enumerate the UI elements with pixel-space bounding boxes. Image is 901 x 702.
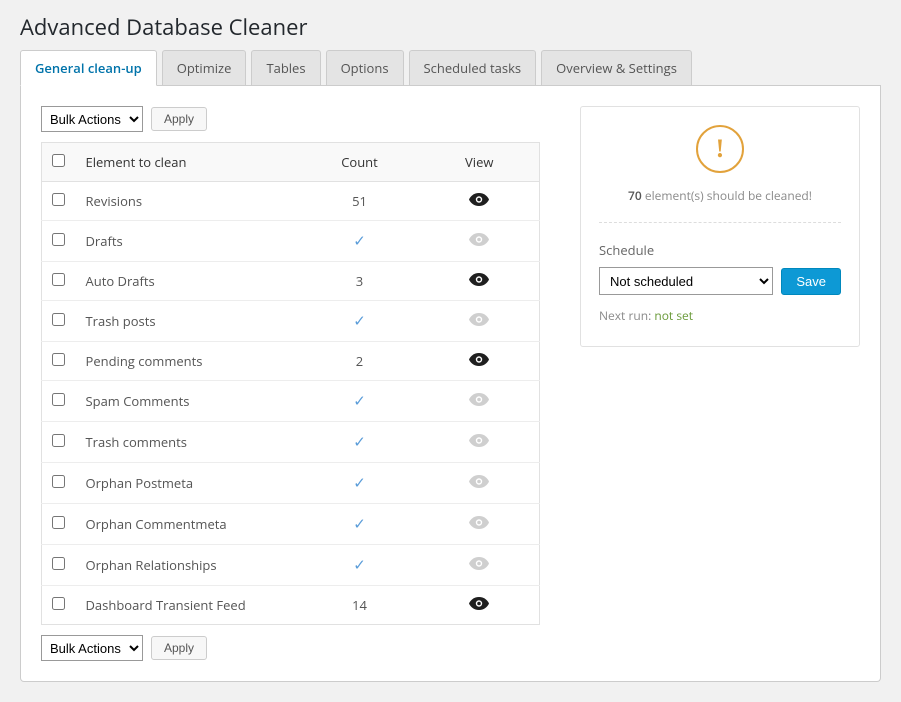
eye-icon bbox=[469, 475, 489, 488]
check-icon: ✓ bbox=[353, 432, 366, 452]
row-count: ✓ bbox=[300, 221, 420, 262]
eye-icon bbox=[469, 557, 489, 570]
bulk-actions-bottom: Bulk Actions Apply bbox=[41, 635, 540, 661]
eye-icon[interactable] bbox=[469, 193, 489, 206]
tab-overview-settings[interactable]: Overview & Settings bbox=[541, 50, 692, 86]
row-checkbox[interactable] bbox=[52, 313, 65, 326]
row-count: ✓ bbox=[300, 463, 420, 504]
row-name: Revisions bbox=[76, 182, 300, 221]
separator bbox=[599, 222, 841, 223]
table-row: Auto Drafts3 bbox=[42, 262, 540, 301]
warning-icon: ! bbox=[696, 125, 744, 173]
tab-optimize[interactable]: Optimize bbox=[162, 50, 247, 86]
sidebar-box: ! 70 element(s) should be cleaned! Sched… bbox=[580, 106, 860, 347]
row-name: Pending comments bbox=[76, 342, 300, 381]
bulk-actions-top: Bulk Actions Apply bbox=[41, 106, 540, 132]
bulk-apply-top[interactable]: Apply bbox=[151, 107, 207, 131]
tab-tables[interactable]: Tables bbox=[251, 50, 320, 86]
row-count: 14 bbox=[300, 586, 420, 625]
main-panel: Bulk Actions Apply Element to clean Coun… bbox=[20, 86, 881, 682]
bulk-apply-bottom[interactable]: Apply bbox=[151, 636, 207, 660]
row-count: ✓ bbox=[300, 422, 420, 463]
row-name: Orphan Commentmeta bbox=[76, 504, 300, 545]
bulk-select-top[interactable]: Bulk Actions bbox=[41, 106, 143, 132]
table-row: Dashboard Transient Feed14 bbox=[42, 586, 540, 625]
tab-general-clean-up[interactable]: General clean-up bbox=[20, 50, 157, 86]
row-checkbox[interactable] bbox=[52, 393, 65, 406]
row-checkbox[interactable] bbox=[52, 475, 65, 488]
select-all-checkbox[interactable] bbox=[52, 154, 65, 167]
next-run: Next run: not set bbox=[599, 307, 841, 324]
row-count: ✓ bbox=[300, 545, 420, 586]
row-count: 3 bbox=[300, 262, 420, 301]
check-icon: ✓ bbox=[353, 514, 366, 534]
check-icon: ✓ bbox=[353, 391, 366, 411]
row-checkbox[interactable] bbox=[52, 434, 65, 447]
col-element: Element to clean bbox=[76, 143, 300, 182]
eye-icon[interactable] bbox=[469, 273, 489, 286]
row-count: ✓ bbox=[300, 301, 420, 342]
col-view: View bbox=[420, 143, 540, 182]
row-checkbox[interactable] bbox=[52, 353, 65, 366]
row-count: ✓ bbox=[300, 504, 420, 545]
eye-icon[interactable] bbox=[469, 597, 489, 610]
schedule-label: Schedule bbox=[599, 241, 841, 259]
bulk-select-bottom[interactable]: Bulk Actions bbox=[41, 635, 143, 661]
table-row: Drafts ✓ bbox=[42, 221, 540, 262]
row-name: Auto Drafts bbox=[76, 262, 300, 301]
schedule-select[interactable]: Not scheduled bbox=[599, 267, 773, 295]
eye-icon[interactable] bbox=[469, 353, 489, 366]
col-count: Count bbox=[300, 143, 420, 182]
row-count: ✓ bbox=[300, 381, 420, 422]
table-row: Pending comments2 bbox=[42, 342, 540, 381]
save-button[interactable]: Save bbox=[781, 268, 841, 295]
row-count: 2 bbox=[300, 342, 420, 381]
row-checkbox[interactable] bbox=[52, 273, 65, 286]
warning-text: 70 element(s) should be cleaned! bbox=[599, 187, 841, 204]
row-name: Orphan Postmeta bbox=[76, 463, 300, 504]
row-checkbox[interactable] bbox=[52, 233, 65, 246]
check-icon: ✓ bbox=[353, 555, 366, 575]
table-row: Orphan Commentmeta ✓ bbox=[42, 504, 540, 545]
row-name: Dashboard Transient Feed bbox=[76, 586, 300, 625]
row-name: Spam Comments bbox=[76, 381, 300, 422]
check-icon: ✓ bbox=[353, 473, 366, 493]
row-checkbox[interactable] bbox=[52, 516, 65, 529]
row-checkbox[interactable] bbox=[52, 193, 65, 206]
clean-table: Element to clean Count View Revisions51D… bbox=[41, 142, 540, 625]
row-count: 51 bbox=[300, 182, 420, 221]
tab-options[interactable]: Options bbox=[326, 50, 404, 86]
tab-scheduled-tasks[interactable]: Scheduled tasks bbox=[409, 50, 537, 86]
eye-icon bbox=[469, 516, 489, 529]
table-row: Spam Comments ✓ bbox=[42, 381, 540, 422]
row-name: Trash comments bbox=[76, 422, 300, 463]
eye-icon bbox=[469, 233, 489, 246]
row-name: Drafts bbox=[76, 221, 300, 262]
table-row: Orphan Postmeta ✓ bbox=[42, 463, 540, 504]
tabs: General clean-upOptimizeTablesOptionsSch… bbox=[20, 50, 881, 86]
check-icon: ✓ bbox=[353, 311, 366, 331]
table-row: Orphan Relationships ✓ bbox=[42, 545, 540, 586]
table-row: Revisions51 bbox=[42, 182, 540, 221]
page-title: Advanced Database Cleaner bbox=[20, 0, 881, 50]
table-row: Trash posts ✓ bbox=[42, 301, 540, 342]
eye-icon bbox=[469, 393, 489, 406]
row-name: Trash posts bbox=[76, 301, 300, 342]
row-checkbox[interactable] bbox=[52, 597, 65, 610]
check-icon: ✓ bbox=[353, 231, 366, 251]
row-name: Orphan Relationships bbox=[76, 545, 300, 586]
table-row: Trash comments ✓ bbox=[42, 422, 540, 463]
row-checkbox[interactable] bbox=[52, 557, 65, 570]
eye-icon bbox=[469, 434, 489, 447]
eye-icon bbox=[469, 313, 489, 326]
